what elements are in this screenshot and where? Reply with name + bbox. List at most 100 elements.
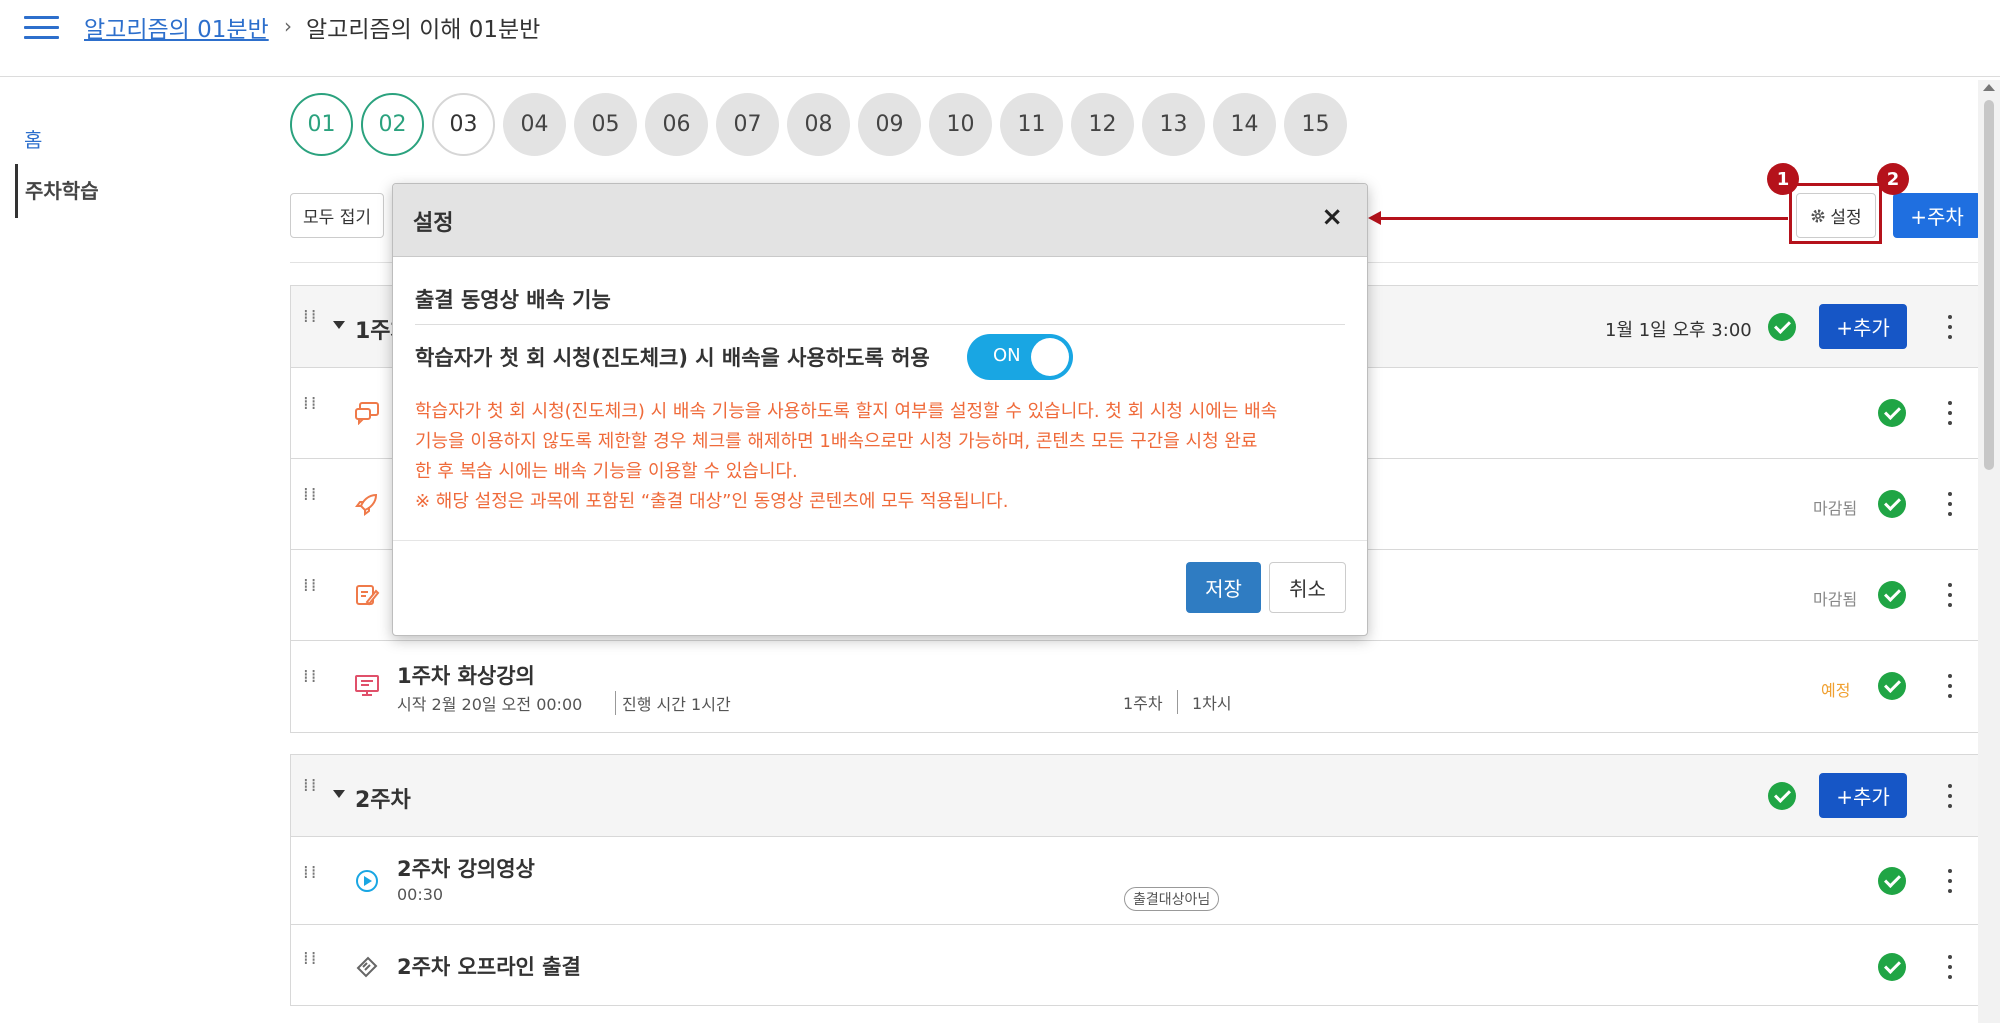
- add-item-button[interactable]: +추가: [1819, 773, 1907, 818]
- item-start-time: 시작 2월 20일 오전 00:00: [397, 695, 583, 714]
- item-week: 1주차: [1123, 694, 1163, 713]
- more-options-icon[interactable]: [1947, 955, 1953, 979]
- description-line: 한 후 복습 시에는 배속 기능을 이용할 수 있습니다.: [415, 461, 798, 482]
- attendance-icon: [353, 953, 381, 981]
- item-title[interactable]: 2주차 오프라인 출결: [397, 951, 581, 981]
- settings-button[interactable]: 설정: [1796, 193, 1876, 238]
- discussion-icon: [353, 399, 381, 427]
- play-icon: [353, 867, 381, 895]
- add-item-button[interactable]: +추가: [1819, 304, 1907, 349]
- list-item[interactable]: ⁞⁞ 1주차 화상강의 시작 2월 20일 오전 00:00 진행 시간 1시간…: [291, 641, 1979, 732]
- menu-icon[interactable]: [24, 16, 59, 40]
- item-title[interactable]: 1주차 화상강의: [397, 660, 535, 690]
- week-circle[interactable]: 06: [645, 93, 708, 156]
- check-icon: [1878, 953, 1906, 981]
- callout-marker-2: 2: [1877, 163, 1909, 195]
- more-options-icon[interactable]: [1947, 784, 1953, 808]
- breadcrumb-current: 알고리즘의 이해 01분반: [306, 17, 541, 43]
- more-options-icon[interactable]: [1947, 492, 1953, 516]
- week-section-2: ⁞⁞ 2주차 +추가 ⁞⁞ 2주차 강의영상 00:30 출결대상아님 ⁞⁞ 2…: [290, 754, 1980, 1006]
- list-item[interactable]: ⁞⁞ 2주차 강의영상 00:30 출결대상아님: [291, 837, 1979, 925]
- collapse-all-button[interactable]: 모두 접기: [290, 193, 384, 238]
- scroll-up-icon[interactable]: [1983, 84, 1995, 91]
- week-section-header[interactable]: ⁞⁞ 2주차 +추가: [291, 755, 1979, 837]
- week-selector: 01 02 03 04 05 06 07 08 09 10 11 12 13 1…: [290, 93, 1347, 156]
- week-circle[interactable]: 15: [1284, 93, 1347, 156]
- week-circle[interactable]: 02: [361, 93, 424, 156]
- week-circle[interactable]: 13: [1142, 93, 1205, 156]
- breadcrumb-separator: ›: [284, 14, 292, 38]
- item-session: 1차시: [1177, 690, 1232, 714]
- week-circle[interactable]: 03: [432, 93, 495, 156]
- close-icon[interactable]: ×: [1321, 202, 1343, 232]
- settings-button-label: 설정: [1830, 208, 1862, 228]
- toggle-state-text: ON: [993, 345, 1021, 366]
- check-icon: [1768, 313, 1796, 341]
- drag-handle-icon[interactable]: ⁞⁞: [303, 668, 316, 697]
- caret-down-icon[interactable]: [333, 790, 345, 798]
- week-circle[interactable]: 11: [1000, 93, 1063, 156]
- assignment-icon: [353, 581, 381, 609]
- week-circle[interactable]: 12: [1071, 93, 1134, 156]
- drag-handle-icon[interactable]: ⁞⁞: [303, 864, 316, 893]
- week-circle[interactable]: 05: [574, 93, 637, 156]
- item-duration: 진행 시간 1시간: [615, 691, 731, 715]
- gear-icon: [1811, 209, 1825, 222]
- drag-handle-icon[interactable]: ⁞⁞: [303, 577, 316, 606]
- status-label: 마감됨: [1813, 499, 1858, 518]
- attendance-tag: 출결대상아님: [1124, 887, 1220, 911]
- drag-handle-icon[interactable]: ⁞⁞: [303, 777, 316, 806]
- callout-arrow: [1378, 217, 1788, 220]
- week-circle[interactable]: 08: [787, 93, 850, 156]
- status-label: 마감됨: [1813, 590, 1858, 609]
- status-label: 예정: [1821, 681, 1851, 700]
- item-title[interactable]: 2주차 강의영상: [397, 853, 535, 883]
- week-circle[interactable]: 09: [858, 93, 921, 156]
- callout-marker-1: 1: [1767, 163, 1799, 195]
- video-conference-icon: [353, 672, 381, 700]
- week-circle[interactable]: 14: [1213, 93, 1276, 156]
- caret-down-icon[interactable]: [333, 321, 345, 329]
- description-line: 학습자가 첫 회 시청(진도체크) 시 배속 기능을 사용하도록 할지 여부를 …: [415, 401, 1278, 422]
- modal-section-title: 출결 동영상 배속 기능: [415, 284, 1345, 325]
- scrollbar-thumb[interactable]: [1984, 100, 1994, 470]
- drag-handle-icon[interactable]: ⁞⁞: [303, 950, 316, 979]
- week-title: 2주차: [355, 788, 411, 813]
- add-week-button[interactable]: +주차: [1893, 193, 1981, 238]
- week-circle[interactable]: 10: [929, 93, 992, 156]
- week-circle[interactable]: 01: [290, 93, 353, 156]
- description-note: ※ 해당 설정은 과목에 포함된 “출결 대상”인 동영상 콘텐츠에 모두 적용…: [415, 491, 1009, 512]
- breadcrumb-course-link[interactable]: 알고리즘의 01분반: [84, 10, 269, 44]
- sidebar-item-home[interactable]: 홈: [24, 124, 42, 153]
- more-options-icon[interactable]: [1947, 674, 1953, 698]
- cancel-button[interactable]: 취소: [1269, 562, 1346, 613]
- playback-speed-toggle[interactable]: ON: [967, 334, 1073, 380]
- rocket-icon: [353, 490, 381, 518]
- modal-title: 설정: [413, 211, 454, 236]
- list-item[interactable]: ⁞⁞ 2주차 오프라인 출결: [291, 925, 1979, 1005]
- check-icon: [1878, 867, 1906, 895]
- week-circle[interactable]: 07: [716, 93, 779, 156]
- modal-description: 학습자가 첫 회 시청(진도체크) 시 배속 기능을 사용하도록 할지 여부를 …: [415, 397, 1355, 517]
- save-button[interactable]: 저장: [1186, 562, 1261, 613]
- more-options-icon[interactable]: [1947, 869, 1953, 893]
- toggle-knob: [1031, 338, 1069, 376]
- callout-arrow-head: [1368, 211, 1381, 225]
- drag-handle-icon[interactable]: ⁞⁞: [303, 308, 316, 337]
- check-icon: [1878, 581, 1906, 609]
- modal-footer-divider: [393, 540, 1367, 541]
- modal-header: 설정 ×: [393, 184, 1367, 257]
- more-options-icon[interactable]: [1947, 583, 1953, 607]
- more-options-icon[interactable]: [1947, 401, 1953, 425]
- drag-handle-icon[interactable]: ⁞⁞: [303, 486, 316, 515]
- more-options-icon[interactable]: [1947, 315, 1953, 339]
- check-icon: [1878, 672, 1906, 700]
- sidebar-item-weekly-learning[interactable]: 주차학습: [15, 164, 99, 218]
- settings-modal: 설정 × 출결 동영상 배속 기능 학습자가 첫 회 시청(진도체크) 시 배속…: [392, 183, 1368, 636]
- drag-handle-icon[interactable]: ⁞⁞: [303, 395, 316, 424]
- item-duration: 00:30: [397, 885, 444, 904]
- playback-speed-option-label: 학습자가 첫 회 시청(진도체크) 시 배속을 사용하도록 허용: [415, 346, 930, 370]
- check-icon: [1768, 782, 1796, 810]
- check-icon: [1878, 399, 1906, 427]
- week-circle[interactable]: 04: [503, 93, 566, 156]
